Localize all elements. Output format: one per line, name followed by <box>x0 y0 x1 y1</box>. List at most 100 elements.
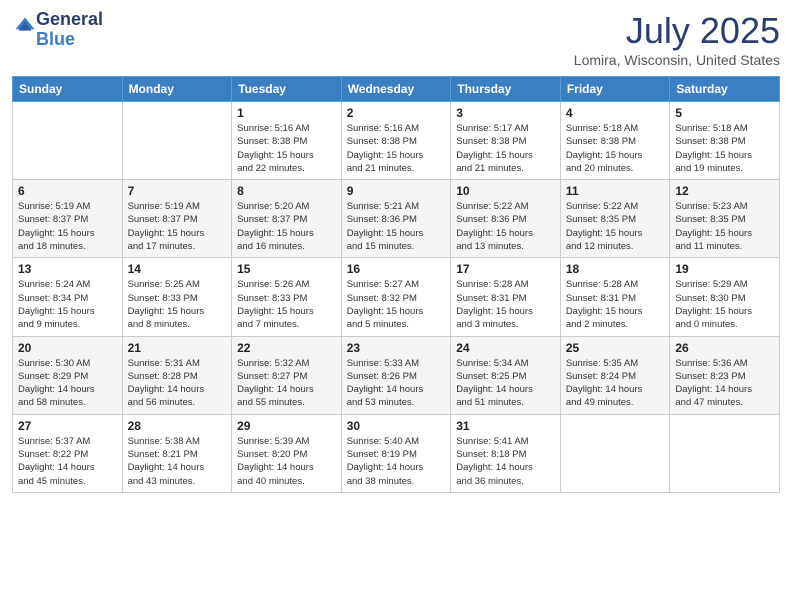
day-number: 5 <box>675 106 774 120</box>
day-info: Sunrise: 5:24 AM Sunset: 8:34 PM Dayligh… <box>18 278 117 331</box>
calendar-week-row: 13 Sunrise: 5:24 AM Sunset: 8:34 PM Dayli… <box>13 258 780 336</box>
day-number: 4 <box>566 106 665 120</box>
day-info: Sunrise: 5:16 AM Sunset: 8:38 PM Dayligh… <box>347 122 446 175</box>
weekday-header: Sunday <box>13 77 123 102</box>
day-number: 30 <box>347 419 446 433</box>
day-number: 18 <box>566 262 665 276</box>
day-info: Sunrise: 5:27 AM Sunset: 8:32 PM Dayligh… <box>347 278 446 331</box>
calendar-cell: 14 Sunrise: 5:25 AM Sunset: 8:33 PM Dayli… <box>122 258 232 336</box>
calendar-cell: 27 Sunrise: 5:37 AM Sunset: 8:22 PM Dayli… <box>13 414 123 492</box>
day-number: 7 <box>128 184 227 198</box>
calendar-cell: 8 Sunrise: 5:20 AM Sunset: 8:37 PM Daylig… <box>232 180 342 258</box>
location: Lomira, Wisconsin, United States <box>574 52 780 68</box>
weekday-header: Tuesday <box>232 77 342 102</box>
calendar-cell: 18 Sunrise: 5:28 AM Sunset: 8:31 PM Dayli… <box>560 258 670 336</box>
day-number: 23 <box>347 341 446 355</box>
weekday-header: Saturday <box>670 77 780 102</box>
day-info: Sunrise: 5:16 AM Sunset: 8:38 PM Dayligh… <box>237 122 336 175</box>
calendar-cell: 28 Sunrise: 5:38 AM Sunset: 8:21 PM Dayli… <box>122 414 232 492</box>
calendar-cell: 23 Sunrise: 5:33 AM Sunset: 8:26 PM Dayli… <box>341 336 451 414</box>
weekday-header: Friday <box>560 77 670 102</box>
day-info: Sunrise: 5:19 AM Sunset: 8:37 PM Dayligh… <box>18 200 117 253</box>
calendar-cell: 7Sunrise: 5:19 AM Sunset: 8:37 PM Daylig… <box>122 180 232 258</box>
day-info: Sunrise: 5:35 AM Sunset: 8:24 PM Dayligh… <box>566 357 665 410</box>
day-number: 15 <box>237 262 336 276</box>
day-number: 2 <box>347 106 446 120</box>
day-info: Sunrise: 5:37 AM Sunset: 8:22 PM Dayligh… <box>18 435 117 488</box>
calendar-header: SundayMondayTuesdayWednesdayThursdayFrid… <box>13 77 780 102</box>
calendar-cell: 24Sunrise: 5:34 AM Sunset: 8:25 PM Dayli… <box>451 336 561 414</box>
day-info: Sunrise: 5:41 AM Sunset: 8:18 PM Dayligh… <box>456 435 555 488</box>
day-number: 14 <box>128 262 227 276</box>
day-info: Sunrise: 5:36 AM Sunset: 8:23 PM Dayligh… <box>675 357 774 410</box>
calendar-cell <box>560 414 670 492</box>
day-info: Sunrise: 5:20 AM Sunset: 8:37 PM Dayligh… <box>237 200 336 253</box>
day-info: Sunrise: 5:30 AM Sunset: 8:29 PM Dayligh… <box>18 357 117 410</box>
calendar-cell: 31Sunrise: 5:41 AM Sunset: 8:18 PM Dayli… <box>451 414 561 492</box>
day-info: Sunrise: 5:21 AM Sunset: 8:36 PM Dayligh… <box>347 200 446 253</box>
day-number: 11 <box>566 184 665 198</box>
calendar-cell <box>13 102 123 180</box>
day-number: 8 <box>237 184 336 198</box>
day-info: Sunrise: 5:40 AM Sunset: 8:19 PM Dayligh… <box>347 435 446 488</box>
day-info: Sunrise: 5:22 AM Sunset: 8:36 PM Dayligh… <box>456 200 555 253</box>
day-number: 22 <box>237 341 336 355</box>
calendar-cell: 15 Sunrise: 5:26 AM Sunset: 8:33 PM Dayli… <box>232 258 342 336</box>
day-number: 29 <box>237 419 336 433</box>
calendar-cell: 30 Sunrise: 5:40 AM Sunset: 8:19 PM Dayli… <box>341 414 451 492</box>
day-info: Sunrise: 5:25 AM Sunset: 8:33 PM Dayligh… <box>128 278 227 331</box>
day-number: 13 <box>18 262 117 276</box>
calendar-cell <box>670 414 780 492</box>
calendar-cell: 2 Sunrise: 5:16 AM Sunset: 8:38 PM Daylig… <box>341 102 451 180</box>
calendar-cell: 3 Sunrise: 5:17 AM Sunset: 8:38 PM Daylig… <box>451 102 561 180</box>
day-number: 28 <box>128 419 227 433</box>
logo-blue: Blue <box>36 29 75 49</box>
day-number: 24 <box>456 341 555 355</box>
calendar: SundayMondayTuesdayWednesdayThursdayFrid… <box>12 76 780 493</box>
day-info: Sunrise: 5:29 AM Sunset: 8:30 PM Dayligh… <box>675 278 774 331</box>
day-number: 17 <box>456 262 555 276</box>
day-number: 26 <box>675 341 774 355</box>
day-info: Sunrise: 5:28 AM Sunset: 8:31 PM Dayligh… <box>566 278 665 331</box>
day-info: Sunrise: 5:28 AM Sunset: 8:31 PM Dayligh… <box>456 278 555 331</box>
day-number: 25 <box>566 341 665 355</box>
calendar-cell: 26 Sunrise: 5:36 AM Sunset: 8:23 PM Dayli… <box>670 336 780 414</box>
calendar-cell: 16 Sunrise: 5:27 AM Sunset: 8:32 PM Dayli… <box>341 258 451 336</box>
weekday-header: Wednesday <box>341 77 451 102</box>
calendar-cell: 21 Sunrise: 5:31 AM Sunset: 8:28 PM Dayli… <box>122 336 232 414</box>
day-info: Sunrise: 5:38 AM Sunset: 8:21 PM Dayligh… <box>128 435 227 488</box>
day-info: Sunrise: 5:18 AM Sunset: 8:38 PM Dayligh… <box>566 122 665 175</box>
logo-general: General <box>36 9 103 29</box>
calendar-cell: 4 Sunrise: 5:18 AM Sunset: 8:38 PM Daylig… <box>560 102 670 180</box>
logo: General Blue <box>12 10 103 50</box>
day-info: Sunrise: 5:22 AM Sunset: 8:35 PM Dayligh… <box>566 200 665 253</box>
day-info: Sunrise: 5:26 AM Sunset: 8:33 PM Dayligh… <box>237 278 336 331</box>
weekday-header: Thursday <box>451 77 561 102</box>
day-number: 20 <box>18 341 117 355</box>
calendar-cell: 5Sunrise: 5:18 AM Sunset: 8:38 PM Daylig… <box>670 102 780 180</box>
day-info: Sunrise: 5:31 AM Sunset: 8:28 PM Dayligh… <box>128 357 227 410</box>
calendar-cell: 10Sunrise: 5:22 AM Sunset: 8:36 PM Dayli… <box>451 180 561 258</box>
day-number: 19 <box>675 262 774 276</box>
calendar-week-row: 6Sunrise: 5:19 AM Sunset: 8:37 PM Daylig… <box>13 180 780 258</box>
calendar-week-row: 1Sunrise: 5:16 AM Sunset: 8:38 PM Daylig… <box>13 102 780 180</box>
calendar-cell: 25 Sunrise: 5:35 AM Sunset: 8:24 PM Dayli… <box>560 336 670 414</box>
calendar-cell: 12 Sunrise: 5:23 AM Sunset: 8:35 PM Dayli… <box>670 180 780 258</box>
day-number: 27 <box>18 419 117 433</box>
calendar-cell: 22 Sunrise: 5:32 AM Sunset: 8:27 PM Dayli… <box>232 336 342 414</box>
title-block: July 2025 Lomira, Wisconsin, United Stat… <box>574 10 780 68</box>
calendar-cell: 29Sunrise: 5:39 AM Sunset: 8:20 PM Dayli… <box>232 414 342 492</box>
day-number: 16 <box>347 262 446 276</box>
calendar-cell: 11 Sunrise: 5:22 AM Sunset: 8:35 PM Dayli… <box>560 180 670 258</box>
day-number: 3 <box>456 106 555 120</box>
calendar-body: 1Sunrise: 5:16 AM Sunset: 8:38 PM Daylig… <box>13 102 780 493</box>
day-info: Sunrise: 5:32 AM Sunset: 8:27 PM Dayligh… <box>237 357 336 410</box>
calendar-cell: 13 Sunrise: 5:24 AM Sunset: 8:34 PM Dayli… <box>13 258 123 336</box>
day-info: Sunrise: 5:17 AM Sunset: 8:38 PM Dayligh… <box>456 122 555 175</box>
calendar-week-row: 20 Sunrise: 5:30 AM Sunset: 8:29 PM Dayli… <box>13 336 780 414</box>
day-number: 12 <box>675 184 774 198</box>
weekday-row: SundayMondayTuesdayWednesdayThursdayFrid… <box>13 77 780 102</box>
day-info: Sunrise: 5:23 AM Sunset: 8:35 PM Dayligh… <box>675 200 774 253</box>
day-number: 21 <box>128 341 227 355</box>
day-info: Sunrise: 5:33 AM Sunset: 8:26 PM Dayligh… <box>347 357 446 410</box>
